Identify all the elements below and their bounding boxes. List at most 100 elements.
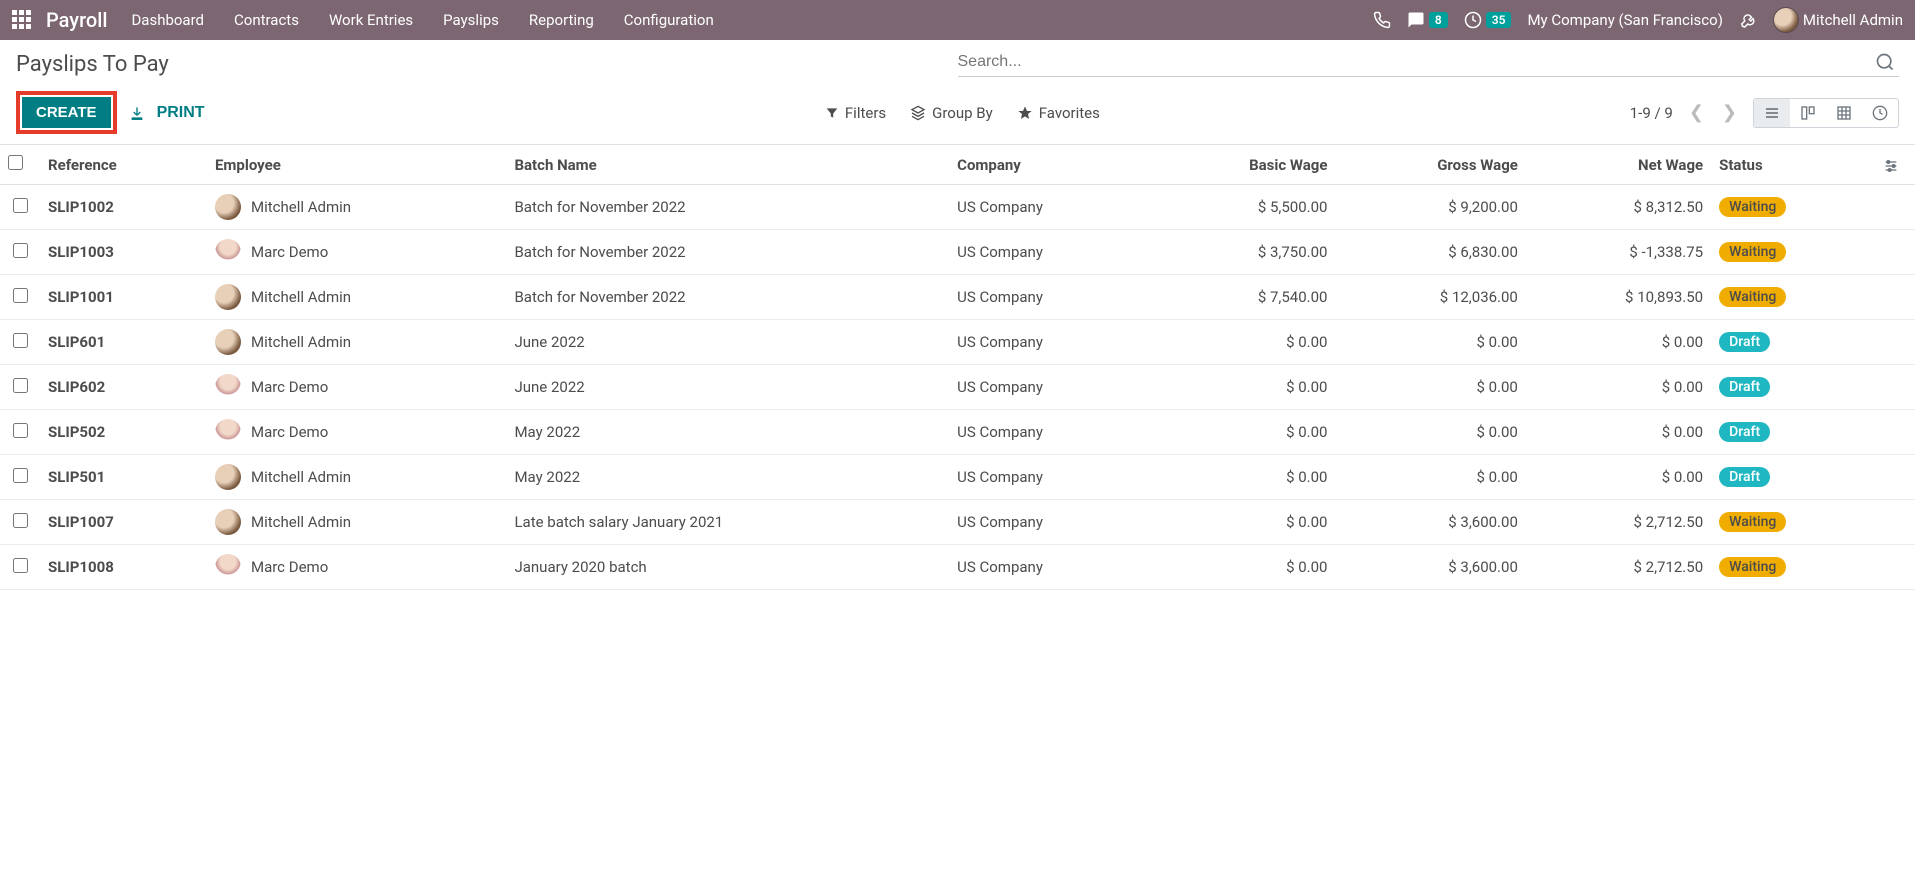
employee-avatar-icon (215, 509, 241, 535)
row-checkbox[interactable] (13, 288, 28, 303)
cell-status: Draft (1711, 365, 1875, 410)
pager-prev-icon[interactable]: ❮ (1687, 102, 1706, 123)
cell-net: $ 0.00 (1526, 320, 1711, 365)
search-input[interactable] (958, 53, 1872, 71)
cell-company: US Company (949, 230, 1149, 275)
row-checkbox[interactable] (13, 198, 28, 213)
cell-gross: $ 0.00 (1335, 410, 1525, 455)
filters-button[interactable]: Filters (825, 104, 886, 122)
col-status[interactable]: Status (1711, 145, 1875, 185)
company-switcher[interactable]: My Company (San Francisco) (1527, 11, 1722, 29)
cell-employee: Mitchell Admin (207, 320, 506, 365)
messages-badge: 8 (1429, 12, 1448, 28)
apps-icon[interactable] (12, 10, 32, 30)
cell-net: $ 2,712.50 (1526, 545, 1711, 590)
employee-avatar-icon (215, 194, 241, 220)
activities-icon[interactable]: 35 (1464, 11, 1512, 29)
view-activity-icon[interactable] (1862, 99, 1898, 127)
menu-contracts[interactable]: Contracts (234, 11, 299, 29)
col-company[interactable]: Company (949, 145, 1149, 185)
cell-net: $ 8,312.50 (1526, 185, 1711, 230)
table-row[interactable]: SLIP1001Mitchell AdminBatch for November… (0, 275, 1915, 320)
user-name: Mitchell Admin (1803, 11, 1903, 29)
print-button[interactable]: PRINT (157, 104, 205, 122)
pager-next-icon[interactable]: ❯ (1720, 102, 1739, 123)
groupby-label: Group By (932, 104, 993, 122)
table-row[interactable]: SLIP1002Mitchell AdminBatch for November… (0, 185, 1915, 230)
cell-employee: Marc Demo (207, 230, 506, 275)
cell-reference: SLIP502 (40, 410, 207, 455)
cell-reference: SLIP501 (40, 455, 207, 500)
cell-reference: SLIP1002 (40, 185, 207, 230)
cell-batch: Batch for November 2022 (506, 185, 949, 230)
cell-employee: Marc Demo (207, 410, 506, 455)
cell-net: $ 2,712.50 (1526, 500, 1711, 545)
col-basic[interactable]: Basic Wage (1150, 145, 1336, 185)
row-checkbox[interactable] (13, 378, 28, 393)
cell-company: US Company (949, 500, 1149, 545)
groupby-button[interactable]: Group By (910, 104, 993, 122)
menu-configuration[interactable]: Configuration (624, 11, 714, 29)
col-batch[interactable]: Batch Name (506, 145, 949, 185)
employee-avatar-icon (215, 419, 241, 445)
cell-gross: $ 12,036.00 (1335, 275, 1525, 320)
filters-label: Filters (845, 104, 886, 122)
app-brand[interactable]: Payroll (46, 8, 107, 32)
table-row[interactable]: SLIP501Mitchell AdminMay 2022US Company$… (0, 455, 1915, 500)
cell-status: Draft (1711, 455, 1875, 500)
col-reference[interactable]: Reference (40, 145, 207, 185)
col-gross[interactable]: Gross Wage (1335, 145, 1525, 185)
create-button[interactable]: CREATE (22, 97, 111, 128)
download-icon[interactable] (129, 103, 145, 121)
row-checkbox[interactable] (13, 333, 28, 348)
optional-columns-icon[interactable] (1883, 155, 1899, 173)
table-row[interactable]: SLIP502Marc DemoMay 2022US Company$ 0.00… (0, 410, 1915, 455)
cell-basic: $ 0.00 (1150, 410, 1336, 455)
table-row[interactable]: SLIP1003Marc DemoBatch for November 2022… (0, 230, 1915, 275)
cell-status: Draft (1711, 320, 1875, 365)
select-all-checkbox[interactable] (8, 155, 23, 170)
row-checkbox[interactable] (13, 423, 28, 438)
menu-reporting[interactable]: Reporting (529, 11, 594, 29)
col-employee[interactable]: Employee (207, 145, 506, 185)
menu-payslips[interactable]: Payslips (443, 11, 499, 29)
search-icon[interactable] (1871, 52, 1899, 72)
col-net[interactable]: Net Wage (1526, 145, 1711, 185)
search-bar[interactable] (958, 48, 1900, 77)
user-menu[interactable]: Mitchell Admin (1773, 7, 1903, 33)
cell-basic: $ 7,540.00 (1150, 275, 1336, 320)
view-kanban-icon[interactable] (1790, 99, 1826, 127)
cell-gross: $ 3,600.00 (1335, 545, 1525, 590)
table-row[interactable]: SLIP1007Mitchell AdminLate batch salary … (0, 500, 1915, 545)
employee-avatar-icon (215, 464, 241, 490)
cell-reference: SLIP1008 (40, 545, 207, 590)
cell-basic: $ 5,500.00 (1150, 185, 1336, 230)
cell-employee: Mitchell Admin (207, 185, 506, 230)
cell-basic: $ 0.00 (1150, 500, 1336, 545)
row-checkbox[interactable] (13, 468, 28, 483)
cell-gross: $ 9,200.00 (1335, 185, 1525, 230)
row-checkbox[interactable] (13, 243, 28, 258)
menu-work-entries[interactable]: Work Entries (329, 11, 413, 29)
debug-icon[interactable] (1739, 11, 1757, 29)
cell-company: US Company (949, 545, 1149, 590)
view-pivot-icon[interactable] (1826, 99, 1862, 127)
cell-batch: June 2022 (506, 320, 949, 365)
table-row[interactable]: SLIP602Marc DemoJune 2022US Company$ 0.0… (0, 365, 1915, 410)
menu-dashboard[interactable]: Dashboard (131, 11, 204, 29)
pager-text[interactable]: 1-9 / 9 (1630, 104, 1673, 122)
cell-company: US Company (949, 320, 1149, 365)
phone-icon[interactable] (1373, 11, 1391, 29)
cell-gross: $ 3,600.00 (1335, 500, 1525, 545)
table-row[interactable]: SLIP601Mitchell AdminJune 2022US Company… (0, 320, 1915, 365)
favorites-button[interactable]: Favorites (1017, 104, 1100, 122)
favorites-label: Favorites (1039, 104, 1100, 122)
cell-net: $ 0.00 (1526, 455, 1711, 500)
view-list-icon[interactable] (1754, 99, 1790, 127)
row-checkbox[interactable] (13, 558, 28, 573)
employee-avatar-icon (215, 329, 241, 355)
row-checkbox[interactable] (13, 513, 28, 528)
cell-basic: $ 3,750.00 (1150, 230, 1336, 275)
table-row[interactable]: SLIP1008Marc DemoJanuary 2020 batchUS Co… (0, 545, 1915, 590)
messages-icon[interactable]: 8 (1407, 11, 1448, 29)
